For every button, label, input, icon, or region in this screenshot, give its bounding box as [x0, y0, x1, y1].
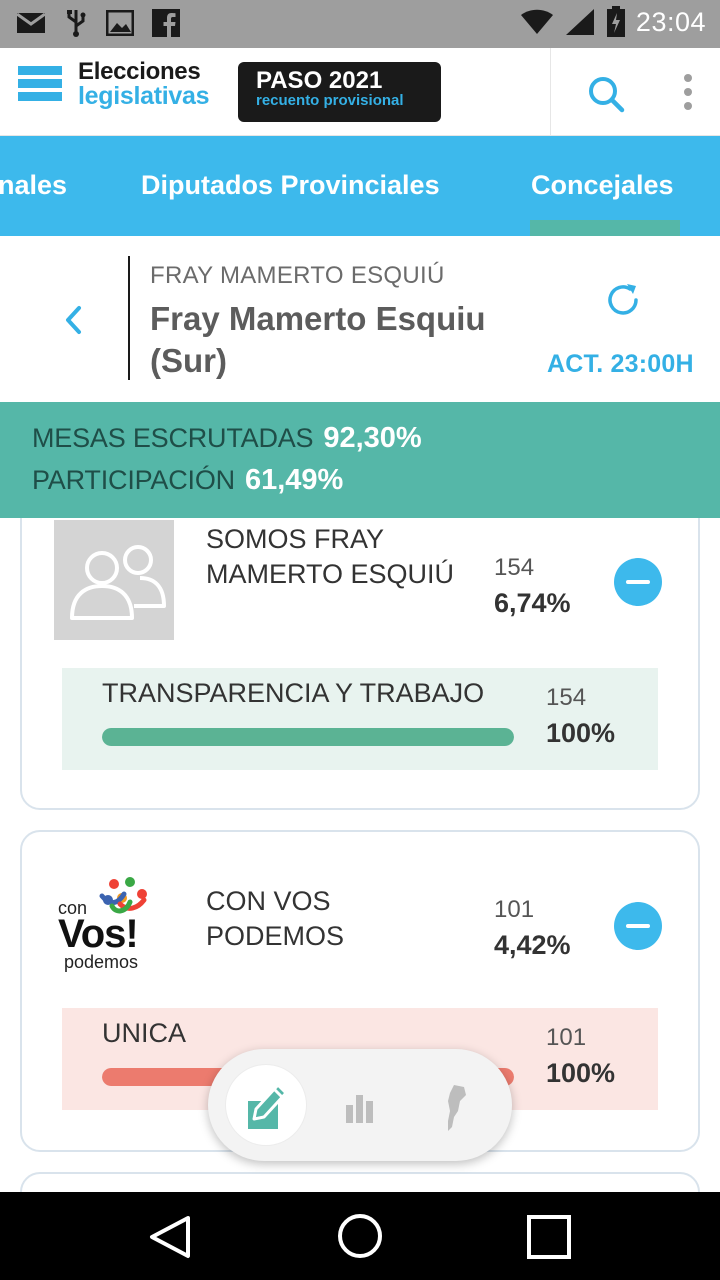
- search-button[interactable]: [584, 72, 628, 116]
- party-percent: 6,74%: [494, 588, 571, 618]
- nav-map-button[interactable]: [414, 1065, 494, 1145]
- location-region: FRAY MAMERTO ESQUIÚ: [150, 262, 445, 289]
- list-votes: 101: [546, 1024, 587, 1051]
- android-nav-bar: [0, 1192, 720, 1280]
- mail-icon: [16, 12, 46, 33]
- more-dot-icon: [684, 88, 692, 96]
- logo-line1: Elecciones: [78, 58, 201, 85]
- list-item: TRANSPARENCIA Y TRABAJO 154 100%: [62, 668, 658, 770]
- refresh-icon: [608, 284, 638, 315]
- more-options-button[interactable]: [676, 70, 700, 114]
- logo-text-bottom: podemos: [64, 952, 139, 972]
- refresh-button[interactable]: [603, 280, 643, 320]
- usb-icon: [67, 10, 86, 37]
- collapse-button[interactable]: [614, 902, 662, 950]
- party-card: SOMOS FRAY MAMERTO ESQUIÚ 154 6,74% TRAN…: [20, 480, 700, 810]
- app-logo: Elecciones legislativas: [78, 58, 210, 110]
- party-logo: [54, 520, 174, 640]
- location-divider: [128, 256, 130, 380]
- party-logo: con Vos! podemos: [58, 872, 168, 972]
- image-icon: [106, 10, 134, 36]
- collapse-button[interactable]: [614, 558, 662, 606]
- paso-badge: PASO 2021 recuento provisional: [238, 62, 441, 122]
- badge-subtitle: recuento provisional: [256, 92, 404, 110]
- party-name: SOMOS FRAY MAMERTO ESQUIÚ: [206, 524, 455, 589]
- app-header: Elecciones legislativas PASO 2021 recuen…: [0, 48, 720, 136]
- location-header: FRAY MAMERTO ESQUIÚ Fray Mamerto Esquiu …: [0, 236, 720, 402]
- party-votes: 101: [494, 896, 535, 923]
- list-name: TRANSPARENCIA Y TRABAJO: [102, 678, 485, 708]
- list-progress-track: [102, 728, 514, 746]
- nav-results-button[interactable]: [320, 1065, 400, 1145]
- more-dot-icon: [684, 102, 692, 110]
- list-percent: 100%: [546, 1058, 616, 1088]
- vote-icon: [248, 1083, 288, 1129]
- mesas-label: MESAS ESCRUTADAS: [32, 423, 314, 453]
- mesas-value: 92,30%: [323, 422, 422, 454]
- status-bar: 23:04: [0, 0, 720, 48]
- party-percent: 4,42%: [494, 930, 571, 960]
- recents-square-icon[interactable]: [526, 1214, 572, 1260]
- list-votes: 154: [546, 684, 587, 711]
- more-dot-icon: [684, 74, 692, 82]
- chevron-left-icon: [66, 306, 81, 334]
- facebook-icon: [152, 9, 180, 37]
- nav-vote-button[interactable]: [226, 1065, 306, 1145]
- list-name: UNICA: [102, 1018, 187, 1048]
- back-button[interactable]: [56, 302, 92, 338]
- search-icon: [589, 77, 625, 113]
- tab-senadores[interactable]: nales: [0, 136, 67, 236]
- generic-users-icon: [70, 545, 166, 620]
- location-title: Fray Mamerto Esquiu (Sur): [150, 300, 486, 379]
- back-triangle-icon[interactable]: [148, 1214, 192, 1260]
- mesas-escrutadas-row: MESAS ESCRUTADAS 92,30%: [32, 422, 422, 455]
- last-update-time: ACT. 23:00H: [547, 350, 694, 378]
- active-tab-indicator: [530, 220, 680, 236]
- logo-line2: legislativas: [78, 82, 210, 110]
- party-votes: 154: [494, 554, 535, 581]
- list-percent: 100%: [546, 718, 616, 748]
- status-time: 23:04: [635, 6, 706, 37]
- header-divider: [550, 48, 551, 136]
- bar-chart-icon: [346, 1095, 373, 1123]
- list-progress-fill: [102, 728, 514, 746]
- logo-text-main: Vos!: [58, 912, 139, 956]
- floating-nav: [208, 1049, 512, 1161]
- signal-icon: [565, 9, 594, 35]
- battery-icon: [606, 6, 625, 37]
- logo-flag-icon: [18, 66, 62, 102]
- home-circle-icon[interactable]: [336, 1212, 384, 1260]
- badge-title: PASO 2021: [256, 67, 383, 94]
- party-name: CON VOS PODEMOS: [206, 886, 345, 951]
- argentina-map-icon: [448, 1085, 466, 1131]
- wifi-icon: [520, 9, 553, 34]
- tab-diputados-provinciales[interactable]: Diputados Provinciales: [141, 136, 440, 236]
